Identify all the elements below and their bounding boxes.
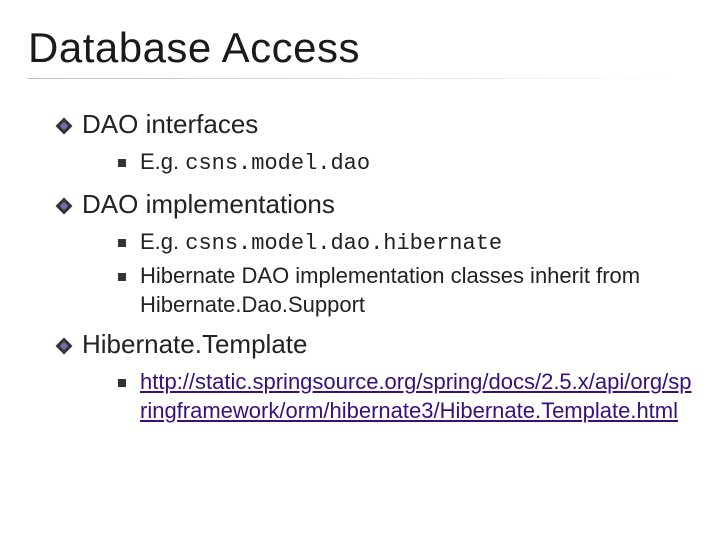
subbullet-hibernate-template-link: http://static.springsource.org/spring/do… <box>118 368 692 425</box>
square-icon <box>118 239 126 247</box>
subbullet-dao-impl-example: E.g. csns.model.dao.hibernate <box>118 228 692 259</box>
prefix-text: E.g. <box>140 229 185 254</box>
square-icon <box>118 159 126 167</box>
diamond-icon <box>58 340 70 352</box>
code-text: csns.model.dao <box>185 151 370 176</box>
bullet-text: DAO implementations <box>82 189 692 220</box>
slide: Database Access DAO interfaces E.g. csns… <box>0 0 720 458</box>
diamond-icon <box>58 120 70 132</box>
bullet-dao-implementations: DAO implementations <box>58 189 692 220</box>
prefix-text: E.g. <box>140 149 185 174</box>
subbullet-text: http://static.springsource.org/spring/do… <box>140 368 692 425</box>
title-underline <box>28 78 692 79</box>
slide-title: Database Access <box>28 24 692 72</box>
diamond-icon <box>58 200 70 212</box>
subbullet-dao-impl-inherit: Hibernate DAO implementation classes inh… <box>118 262 692 319</box>
doc-link[interactable]: http://static.springsource.org/spring/do… <box>140 369 692 423</box>
bullet-text: Hibernate.Template <box>82 329 692 360</box>
subbullet-text: E.g. csns.model.dao.hibernate <box>140 228 692 259</box>
code-text: csns.model.dao.hibernate <box>185 231 502 256</box>
bullet-dao-interfaces: DAO interfaces <box>58 109 692 140</box>
subbullet-text: Hibernate DAO implementation classes inh… <box>140 262 692 319</box>
subbullet-text: E.g. csns.model.dao <box>140 148 692 179</box>
subbullet-dao-interfaces-example: E.g. csns.model.dao <box>118 148 692 179</box>
bullet-hibernate-template: Hibernate.Template <box>58 329 692 360</box>
square-icon <box>118 379 126 387</box>
bullet-text: DAO interfaces <box>82 109 692 140</box>
square-icon <box>118 273 126 281</box>
